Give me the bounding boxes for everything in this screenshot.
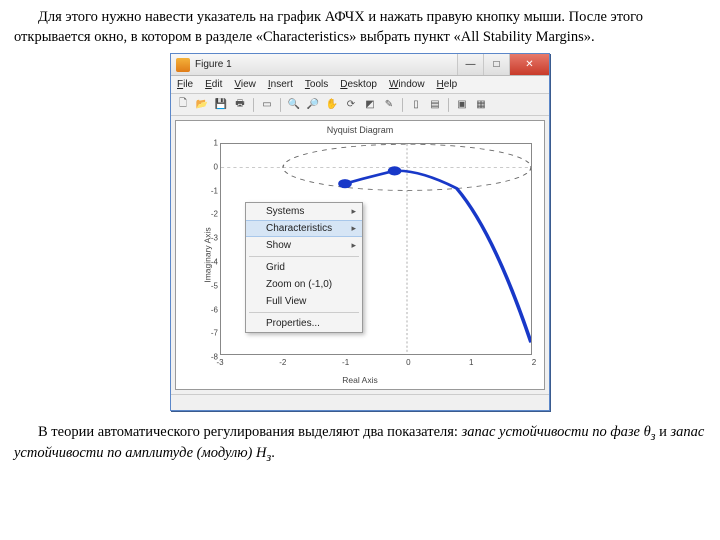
menu-window[interactable]: Window: [389, 79, 425, 90]
menu-bar: File Edit View Insert Tools Desktop Wind…: [171, 76, 549, 94]
ctx-systems[interactable]: Systems: [246, 203, 362, 220]
intro-paragraph: Для этого нужно навести указатель на гра…: [14, 8, 706, 47]
p2-period: .: [271, 445, 275, 461]
theory-paragraph: В теории автоматического регулирования в…: [14, 423, 706, 465]
toolbar-separator: [280, 98, 281, 112]
colorbar-icon[interactable]: ▯: [408, 97, 424, 113]
h-symbol: H: [256, 445, 266, 461]
window-titlebar: Figure 1 — □ ✕: [171, 54, 549, 76]
theta-subscript: з: [651, 429, 656, 443]
menu-desktop[interactable]: Desktop: [340, 79, 377, 90]
x-tick: -2: [279, 358, 286, 367]
ctx-properties[interactable]: Properties...: [246, 315, 362, 332]
pointer-icon[interactable]: ▭: [259, 97, 275, 113]
status-bar: [171, 394, 549, 410]
toolbar-separator: [253, 98, 254, 112]
legend-icon[interactable]: ▤: [427, 97, 443, 113]
plot-title: Nyquist Diagram: [176, 121, 544, 135]
y-tick: -2: [206, 210, 218, 219]
ctx-full-view[interactable]: Full View: [246, 293, 362, 310]
y-tick: -5: [206, 281, 218, 290]
ctx-divider: [249, 312, 359, 313]
toolbar: 🗋 📂 💾 🖶 ▭ 🔍 🔎 ✋ ⟳ ◩ ✎ ▯ ▤ ▣ ▦: [171, 94, 549, 116]
y-tick: -3: [206, 234, 218, 243]
minimize-glyph: —: [466, 59, 476, 70]
p2-term-phase: запас устойчивости по фазе: [462, 424, 640, 440]
window-title: Figure 1: [195, 59, 457, 70]
y-tick: 0: [206, 162, 218, 171]
y-tick: -6: [206, 305, 218, 314]
print-icon[interactable]: 🖶: [232, 97, 248, 113]
rotate-icon[interactable]: ⟳: [343, 97, 359, 113]
y-tick: -7: [206, 329, 218, 338]
save-icon[interactable]: 💾: [213, 97, 229, 113]
ctx-zoom[interactable]: Zoom on (-1,0): [246, 276, 362, 293]
close-glyph: ✕: [525, 59, 533, 70]
ctx-characteristics[interactable]: Characteristics: [246, 220, 362, 237]
theta-symbol: θ: [644, 424, 651, 440]
menu-edit[interactable]: Edit: [205, 79, 222, 90]
menu-help[interactable]: Help: [437, 79, 458, 90]
plot-canvas: Nyquist Diagram Imaginary Axis Real Axis: [171, 116, 549, 394]
maximize-glyph: □: [493, 59, 499, 70]
window-maximize-button[interactable]: □: [483, 54, 509, 75]
matlab-figure-window: Figure 1 — □ ✕ File Edit View Insert Too…: [170, 53, 550, 411]
x-tick: -3: [216, 358, 223, 367]
ctx-grid[interactable]: Grid: [246, 259, 362, 276]
zoom-in-icon[interactable]: 🔍: [286, 97, 302, 113]
ctx-divider: [249, 256, 359, 257]
zoom-out-icon[interactable]: 🔎: [305, 97, 321, 113]
menu-view[interactable]: View: [234, 79, 256, 90]
x-tick: 2: [532, 358, 536, 367]
pan-icon[interactable]: ✋: [324, 97, 340, 113]
menu-tools[interactable]: Tools: [305, 79, 328, 90]
nyquist-plot[interactable]: Nyquist Diagram Imaginary Axis Real Axis: [175, 120, 545, 390]
y-tick: -1: [206, 186, 218, 195]
dock-icon[interactable]: ▣: [454, 97, 470, 113]
y-tick: 1: [206, 139, 218, 148]
ctx-show[interactable]: Show: [246, 237, 362, 254]
toolbar-separator: [402, 98, 403, 112]
p2-and: и: [659, 424, 670, 440]
y-tick: -4: [206, 258, 218, 267]
context-menu: Systems Characteristics Show Grid Zoom o…: [245, 202, 363, 333]
menu-insert[interactable]: Insert: [268, 79, 293, 90]
app-icon: [176, 58, 190, 72]
window-minimize-button[interactable]: —: [457, 54, 483, 75]
x-tick: 0: [406, 358, 410, 367]
menu-file[interactable]: File: [177, 79, 193, 90]
x-tick: -1: [342, 358, 349, 367]
new-figure-icon[interactable]: 🗋: [175, 97, 191, 113]
datatip-icon[interactable]: ◩: [362, 97, 378, 113]
x-axis-label: Real Axis: [342, 375, 377, 385]
brush-icon[interactable]: ✎: [381, 97, 397, 113]
window-close-button[interactable]: ✕: [509, 54, 549, 75]
figure-wrapper: Figure 1 — □ ✕ File Edit View Insert Too…: [14, 53, 706, 411]
p2-lead: В теории автоматического регулирования в…: [38, 424, 462, 440]
x-tick: 1: [469, 358, 473, 367]
layout-icon[interactable]: ▦: [473, 97, 489, 113]
plot-axes: Systems Characteristics Show Grid Zoom o…: [220, 143, 532, 355]
open-icon[interactable]: 📂: [194, 97, 210, 113]
toolbar-separator: [448, 98, 449, 112]
